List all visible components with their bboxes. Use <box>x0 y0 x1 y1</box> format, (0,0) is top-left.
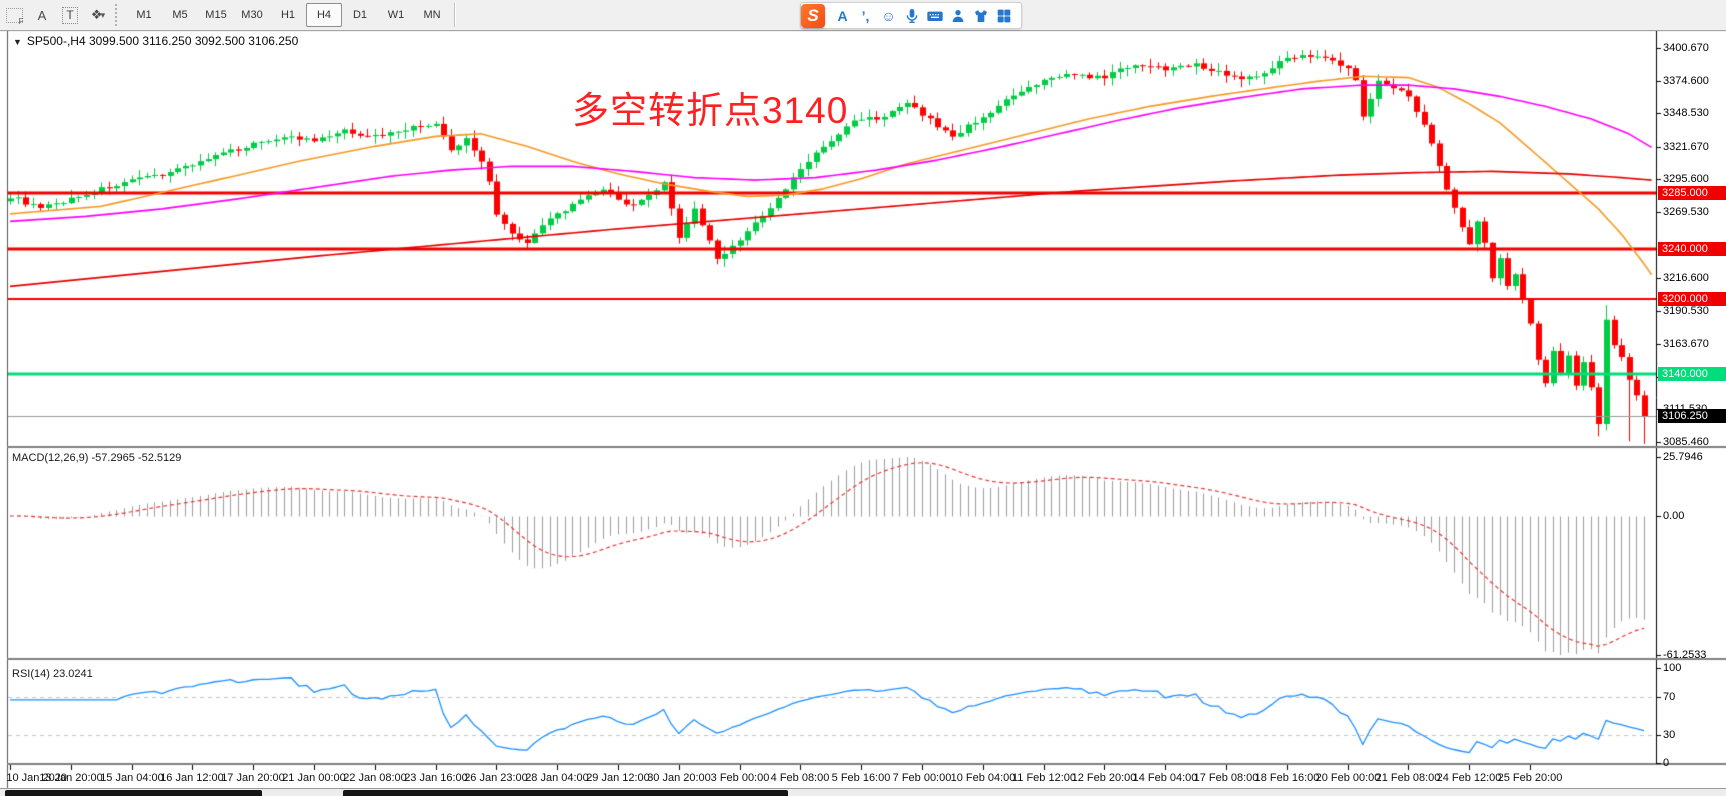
level-price-badge[interactable]: 3200.000 <box>1658 292 1726 306</box>
macd-label: MACD(12,26,9) -57.2965 -52.5129 <box>12 452 181 464</box>
time-axis-label: 30 Jan 20:00 <box>647 772 711 784</box>
time-axis-label: 11 Feb 12:00 <box>1012 772 1076 784</box>
time-axis-label: 17 Feb 08:00 <box>1194 772 1259 784</box>
rsi-axis-tick: 70 <box>1663 691 1675 704</box>
timeframe-button-w1[interactable]: W1 <box>378 3 414 27</box>
time-axis-label: 26 Jan 23:00 <box>464 772 528 784</box>
taskbar-segment[interactable] <box>5 790 262 796</box>
time-axis-label: 21 Feb 08:00 <box>1376 772 1441 784</box>
time-axis-label: 18 Feb 16:00 <box>1255 772 1320 784</box>
timeframe-button-d1[interactable]: D1 <box>342 3 378 27</box>
price-axis-tick: 3163.670 <box>1663 338 1709 351</box>
taskbar-segment[interactable] <box>343 790 788 796</box>
time-axis-label: 16 Jan 12:00 <box>160 772 224 784</box>
soft-keyboard-icon[interactable] <box>924 5 945 26</box>
rsi-axis-tick: 30 <box>1663 729 1675 742</box>
price-axis-tick: 3374.600 <box>1663 75 1709 88</box>
level-price-badge[interactable]: 3140.000 <box>1658 367 1726 381</box>
macd-axis-tick: 25.7946 <box>1663 451 1703 464</box>
menu-grid-icon[interactable] <box>993 5 1014 26</box>
price-axis-tick: 3295.600 <box>1663 173 1709 186</box>
text-label-icon[interactable]: A <box>29 3 55 27</box>
price-axis-tick: 3190.530 <box>1663 305 1709 318</box>
time-axis-label: 21 Jan 00:00 <box>282 772 346 784</box>
price-axis-tick: 3321.670 <box>1663 141 1709 154</box>
level-price-badge[interactable]: 3240.000 <box>1658 242 1726 256</box>
sogou-ime-bar: S A’,☺ <box>800 2 1022 29</box>
collapse-triangle-icon[interactable]: ▼ <box>13 37 22 47</box>
price-axis-tick: 3400.670 <box>1663 42 1709 55</box>
timeframe-button-m1[interactable]: M1 <box>126 3 162 27</box>
price-axis-tick: 3348.530 <box>1663 107 1709 120</box>
timeframe-button-m30[interactable]: M30 <box>234 3 270 27</box>
symbol-ohlc-text: SP500-,H4 3099.500 3116.250 3092.500 310… <box>27 34 298 48</box>
timeframe-group: M1M5M15M30H1H4D1W1MN <box>126 3 450 27</box>
toolbar-separator <box>454 3 455 27</box>
timeframe-button-m5[interactable]: M5 <box>162 3 198 27</box>
input-mode-icon[interactable]: A <box>832 5 853 26</box>
punctuation-icon[interactable]: ’, <box>855 5 876 26</box>
chart-grid-icon[interactable]: F <box>1 3 27 27</box>
level-price-badge[interactable]: 3285.000 <box>1658 186 1726 200</box>
time-axis-label: 22 Jan 08:00 <box>343 772 407 784</box>
rsi-axis-tick: 100 <box>1663 662 1681 675</box>
time-axis-label: 7 Feb 00:00 <box>893 772 952 784</box>
time-axis-label: 5 Feb 16:00 <box>832 772 891 784</box>
chart-annotation-text[interactable]: 多空转折点3140 <box>572 80 848 134</box>
taskbar-edge <box>0 788 1726 796</box>
text-tool-icon[interactable]: T <box>57 3 83 27</box>
timeframe-button-h1[interactable]: H1 <box>270 3 306 27</box>
sogou-logo-icon[interactable]: S <box>801 4 825 28</box>
current-price-badge: 3106.250 <box>1658 409 1726 423</box>
time-axis-label: 10 Feb 04:00 <box>951 772 1016 784</box>
time-axis-label: 13 Jan 20:00 <box>39 772 103 784</box>
time-axis-label: 4 Feb 08:00 <box>771 772 830 784</box>
chart-canvas[interactable] <box>0 0 1726 796</box>
timeframe-button-m15[interactable]: M15 <box>198 3 234 27</box>
account-icon[interactable] <box>947 5 968 26</box>
draw-objects-icon[interactable]: ❖▾ <box>85 3 111 27</box>
time-axis-label: 12 Feb 20:00 <box>1072 772 1137 784</box>
time-axis-label: 25 Feb 20:00 <box>1498 772 1563 784</box>
rsi-axis-tick: 0 <box>1663 757 1669 770</box>
toolbar-grip[interactable] <box>115 4 123 26</box>
time-axis-label: 20 Feb 00:00 <box>1316 772 1381 784</box>
price-axis-tick: 3085.460 <box>1663 436 1709 449</box>
time-axis-label: 28 Jan 04:00 <box>525 772 589 784</box>
time-axis-label: 23 Jan 16:00 <box>404 772 468 784</box>
time-axis-label: 17 Jan 20:00 <box>221 772 285 784</box>
dropdown-caret-icon[interactable]: ▾ <box>101 10 106 21</box>
macd-axis-tick: 0.00 <box>1663 510 1684 523</box>
emoji-icon[interactable]: ☺ <box>878 5 899 26</box>
time-axis-label: 14 Feb 04:00 <box>1133 772 1198 784</box>
timeframe-button-mn[interactable]: MN <box>414 3 450 27</box>
price-axis-tick: 3216.600 <box>1663 272 1709 285</box>
macd-axis-tick: -61.2533 <box>1663 649 1706 662</box>
skin-icon[interactable] <box>970 5 991 26</box>
time-axis-label: 3 Feb 00:00 <box>711 772 770 784</box>
price-axis-tick: 3269.530 <box>1663 206 1709 219</box>
chart-header: ▼ SP500-,H4 3099.500 3116.250 3092.500 31… <box>13 34 298 48</box>
rsi-label: RSI(14) 23.0241 <box>12 668 93 680</box>
time-axis-label: 29 Jan 12:00 <box>586 772 650 784</box>
time-axis-label: 15 Jan 04:00 <box>100 772 164 784</box>
time-axis-label: 24 Feb 12:00 <box>1437 772 1502 784</box>
voice-input-icon[interactable] <box>901 5 922 26</box>
timeframe-button-h4[interactable]: H4 <box>306 3 342 27</box>
mt4-window: F A T ❖▾ M1M5M15M30H1H4D1W1MN S A’,☺ ▼SP… <box>0 0 1726 796</box>
